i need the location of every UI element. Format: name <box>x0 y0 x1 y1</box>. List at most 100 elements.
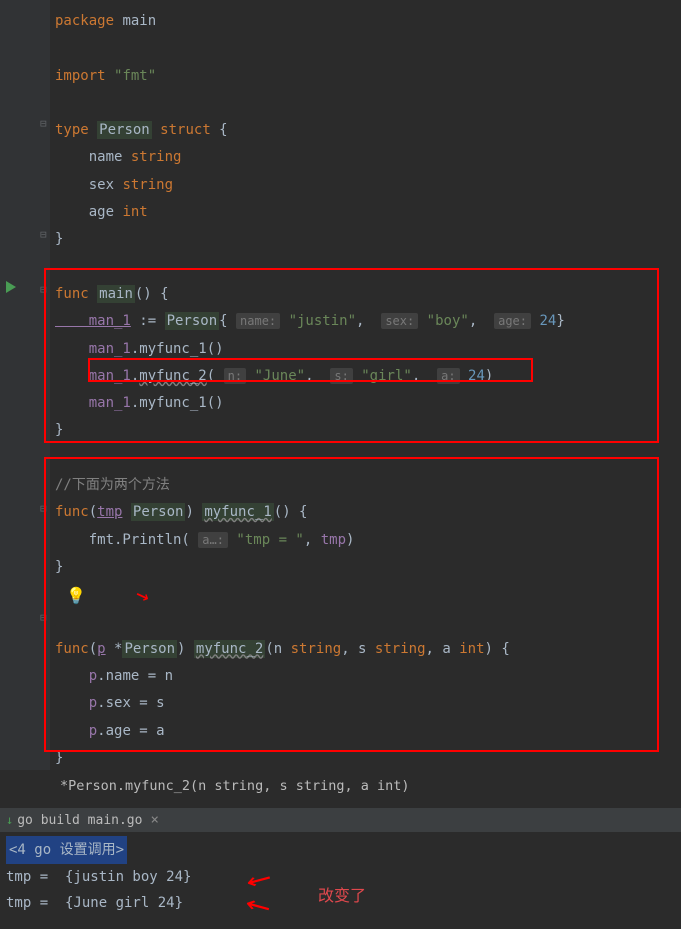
comment: //下面为两个方法 <box>55 477 170 493</box>
variable: man_1 <box>55 395 131 411</box>
assign: := <box>131 313 165 329</box>
fold-icon[interactable]: ⊟ <box>40 502 47 515</box>
number: 24 <box>539 313 556 329</box>
param-hint: s: <box>330 368 352 384</box>
field: age <box>55 204 122 220</box>
type: int <box>459 641 484 657</box>
variable: p <box>89 668 97 684</box>
fold-icon[interactable]: ⊟ <box>40 611 47 624</box>
brace: } <box>55 750 63 766</box>
string: "June" <box>254 368 305 384</box>
variable: man_1 <box>55 341 131 357</box>
paren: () { <box>274 504 308 520</box>
variable: p <box>89 695 97 711</box>
comma: , <box>305 368 330 384</box>
field: name <box>55 149 131 165</box>
param-hint: age: <box>494 313 531 329</box>
param-hint: name: <box>236 313 280 329</box>
string: "fmt" <box>114 68 156 84</box>
console-line: tmp = {June girl 24} <box>6 895 183 911</box>
func-name: myfunc_1 <box>202 503 273 521</box>
comma: , <box>304 532 321 548</box>
keyword: import <box>55 68 106 84</box>
console-output[interactable]: <4 go 设置调用> tmp = {justin boy 24} tmp = … <box>0 832 681 929</box>
assign: .age = a <box>97 723 164 739</box>
assign: .name = n <box>97 668 173 684</box>
bulb-icon[interactable]: 💡 <box>66 586 86 605</box>
param-hint: a…: <box>198 532 228 548</box>
type: string <box>375 641 426 657</box>
space <box>122 504 130 520</box>
call: .myfunc_1() <box>131 395 224 411</box>
quick-doc: *Person.myfunc_2(n string, s string, a i… <box>60 778 410 794</box>
comma: , a <box>426 641 460 657</box>
indent <box>55 695 89 711</box>
indent <box>55 723 89 739</box>
brace: { <box>211 122 228 138</box>
string: "boy" <box>427 313 469 329</box>
string: "justin" <box>289 313 356 329</box>
variable: p <box>89 723 97 739</box>
console-header: <4 go 设置调用> <box>6 836 127 864</box>
brace: } <box>55 422 63 438</box>
brace: } <box>55 231 63 247</box>
close-icon[interactable]: × <box>150 812 158 828</box>
receiver: tmp <box>97 504 122 520</box>
brace: } <box>556 313 564 329</box>
paren: ( <box>89 641 97 657</box>
comma: , s <box>341 641 375 657</box>
build-tab[interactable]: ↓ go build main.go × <box>0 808 681 832</box>
code-editor[interactable]: package main import "fmt" type Person st… <box>55 8 565 772</box>
rerun-icon[interactable]: ↓ <box>6 813 13 827</box>
keyword: func <box>55 286 89 302</box>
build-tab-label: go build main.go <box>17 813 142 828</box>
call: .myfunc_1() <box>131 341 224 357</box>
type-ref: Person <box>131 503 186 521</box>
param-hint: sex: <box>381 313 418 329</box>
type: string <box>122 177 173 193</box>
run-icon[interactable] <box>6 281 16 293</box>
string: "girl" <box>361 368 412 384</box>
indent <box>55 668 89 684</box>
fold-icon[interactable]: ⊟ <box>40 117 47 130</box>
args: (n <box>265 641 290 657</box>
paren: ) <box>346 532 354 548</box>
variable: man_1 <box>55 368 131 384</box>
type: string <box>131 149 182 165</box>
gutter <box>0 0 50 770</box>
variable: man_1 <box>55 313 131 329</box>
brace: { <box>219 313 236 329</box>
comma: , <box>469 313 494 329</box>
paren: ) <box>185 504 202 520</box>
star: * <box>106 641 123 657</box>
func-call: myfunc_2 <box>139 368 206 384</box>
type-name: Person <box>97 121 152 139</box>
paren: ( <box>89 504 97 520</box>
keyword: type <box>55 122 89 138</box>
string: "tmp = " <box>236 532 303 548</box>
fold-icon[interactable]: ⊟ <box>40 283 47 296</box>
paren: ( <box>207 368 224 384</box>
type: int <box>122 204 147 220</box>
paren: ) <box>177 641 194 657</box>
func-name: main <box>97 285 135 303</box>
keyword: package <box>55 13 114 29</box>
code: fmt.Println( <box>55 532 198 548</box>
keyword: func <box>55 641 89 657</box>
comma: , <box>412 368 437 384</box>
number: 24 <box>468 368 485 384</box>
assign: .sex = s <box>97 695 164 711</box>
fold-icon[interactable]: ⊟ <box>40 228 47 241</box>
field: sex <box>55 177 122 193</box>
paren: ) { <box>485 641 510 657</box>
param-hint: n: <box>224 368 246 384</box>
identifier: main <box>122 13 156 29</box>
variable: tmp <box>321 532 346 548</box>
console-line: tmp = {justin boy 24} <box>6 869 191 885</box>
keyword: struct <box>160 122 211 138</box>
brace: } <box>55 559 63 575</box>
param-hint: a: <box>437 368 459 384</box>
type-ref: Person <box>165 312 220 330</box>
receiver: p <box>97 641 105 657</box>
comma: , <box>356 313 381 329</box>
